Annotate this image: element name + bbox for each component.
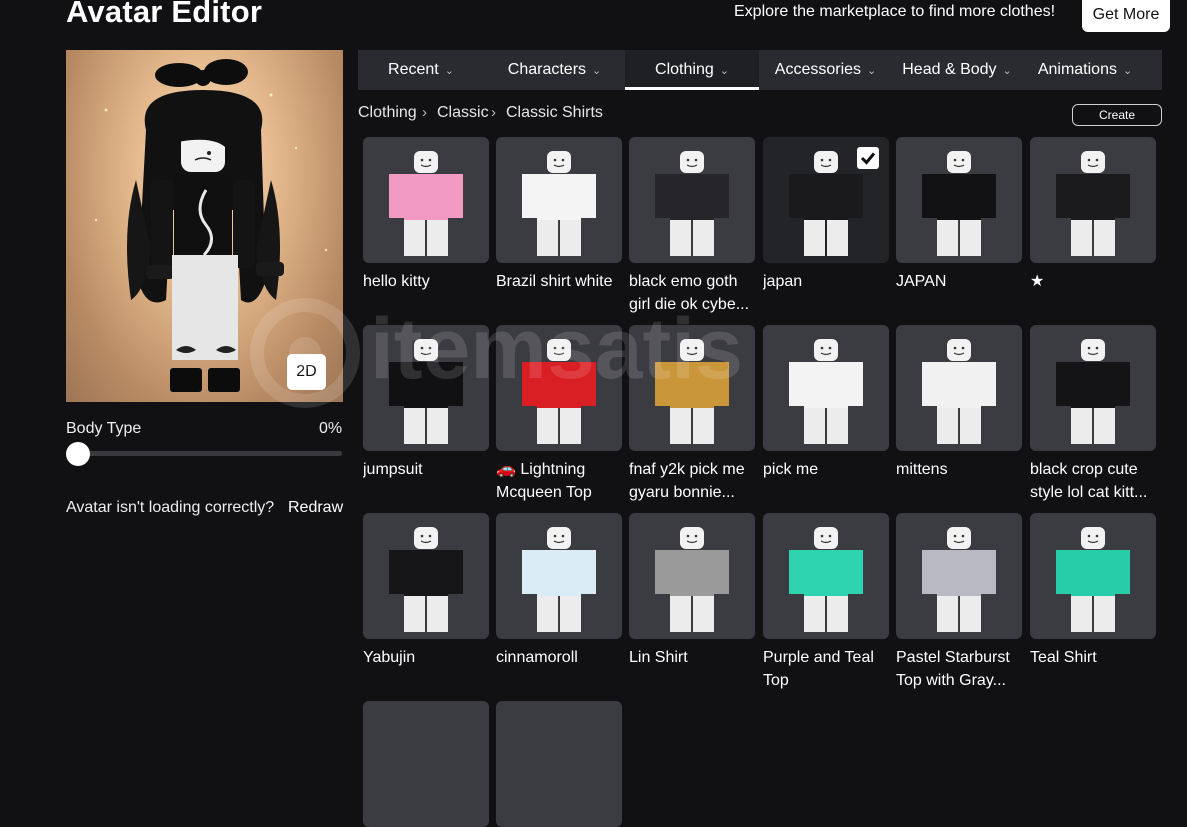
cat-crop-shirt-icon	[1056, 339, 1130, 444]
tab-label: Head & Body	[902, 61, 997, 78]
item-tile[interactable]	[629, 513, 755, 639]
chevron-down-icon: ⌄	[1002, 64, 1012, 77]
avatar-preview[interactable]: 2D	[66, 50, 343, 402]
item-name[interactable]: JAPAN	[896, 270, 1024, 293]
mittens-shirt-icon	[922, 339, 996, 444]
breadcrumb-classic-shirts: Classic Shirts	[506, 104, 603, 121]
item-tile[interactable]	[629, 325, 755, 451]
item-tile[interactable]	[1030, 513, 1156, 639]
item-tile[interactable]	[363, 137, 489, 263]
chevron-right-icon: ›	[422, 104, 427, 121]
item-tile[interactable]	[763, 513, 889, 639]
view-2d-toggle-button[interactable]: 2D	[287, 354, 326, 390]
item-tile[interactable]	[896, 513, 1022, 639]
get-more-button[interactable]: Get More	[1082, 0, 1170, 32]
item-tile[interactable]	[629, 137, 755, 263]
tab-accessories[interactable]: Accessories ⌄	[759, 50, 892, 90]
marketplace-promo-text: Explore the marketplace to find more clo…	[734, 3, 1056, 20]
tab-animations[interactable]: Animations ⌄	[1022, 50, 1148, 90]
item-name[interactable]: black emo goth girl die ok cybe...	[629, 270, 757, 316]
pick-me-shirt-icon	[789, 339, 863, 444]
item-tile[interactable]	[496, 137, 622, 263]
avatar-loading-text: Avatar isn't loading correctly?	[66, 499, 275, 516]
chevron-down-icon: ⌄	[719, 64, 729, 77]
item-name[interactable]: Lin Shirt	[629, 646, 757, 669]
item-tile[interactable]	[1030, 325, 1156, 451]
tab-recent[interactable]: Recent ⌄	[358, 50, 484, 90]
tab-characters[interactable]: Characters ⌄	[484, 50, 625, 90]
item-tile-partial[interactable]	[363, 701, 489, 827]
item-name[interactable]: mittens	[896, 458, 1024, 481]
item-name[interactable]: ★	[1030, 270, 1158, 293]
body-type-value: 0%	[319, 420, 343, 437]
tab-label: Animations	[1037, 61, 1117, 78]
item-tile[interactable]	[896, 137, 1022, 263]
tab-label: Accessories	[774, 61, 862, 78]
item-name[interactable]: Pastel Starburst Top with Gray...	[896, 646, 1024, 692]
yabujin-shirt-icon	[389, 527, 463, 632]
avatar-figure	[94, 59, 328, 392]
item-name[interactable]: Purple and Teal Top	[763, 646, 891, 692]
item-name[interactable]: 🚗 Lightning Mcqueen Top	[496, 458, 624, 504]
item-name[interactable]: pick me	[763, 458, 891, 481]
chevron-down-icon: ⌄	[592, 64, 602, 77]
chevron-down-icon: ⌄	[1122, 64, 1133, 77]
page-title: Avatar Editor	[66, 0, 263, 29]
tab-label: Recent	[388, 61, 439, 78]
breadcrumb-clothing[interactable]: Clothing	[358, 104, 417, 122]
japan-shirt-icon	[922, 151, 996, 256]
tab-head-body[interactable]: Head & Body ⌄	[892, 50, 1022, 90]
item-tile[interactable]	[1030, 137, 1156, 263]
tab-label: Characters	[507, 61, 587, 78]
chevron-right-icon: ›	[491, 104, 496, 121]
item-tile[interactable]	[496, 513, 622, 639]
brazil-shirt-icon	[522, 151, 596, 256]
body-type-label: Body Type	[66, 420, 142, 437]
emo-shirt-icon	[655, 151, 729, 256]
breadcrumb-classic[interactable]: Classic	[437, 104, 489, 122]
tab-clothing[interactable]: Clothing ⌄	[625, 50, 759, 90]
item-name[interactable]: jumpsuit	[363, 458, 491, 481]
item-tile[interactable]	[363, 325, 489, 451]
fnaf-shirt-icon	[655, 339, 729, 444]
create-button[interactable]: Create	[1072, 104, 1162, 126]
item-name[interactable]: Brazil shirt white	[496, 270, 624, 293]
chevron-down-icon: ⌄	[867, 64, 877, 77]
item-name[interactable]: black crop cute style lol cat kitt...	[1030, 458, 1158, 504]
hello-kitty-shirt-icon	[389, 151, 463, 256]
item-tile[interactable]	[763, 137, 889, 263]
item-tile[interactable]	[896, 325, 1022, 451]
tab-label: Clothing	[655, 61, 714, 78]
star-shirt-icon	[1056, 151, 1130, 256]
chevron-down-icon: ⌄	[444, 64, 454, 77]
item-name[interactable]: Teal Shirt	[1030, 646, 1158, 669]
jumpsuit-icon	[389, 339, 463, 444]
redraw-link[interactable]: Redraw	[288, 499, 343, 517]
item-name[interactable]: hello kitty	[363, 270, 491, 293]
cinnamoroll-shirt-icon	[522, 527, 596, 632]
item-name[interactable]: fnaf y2k pick me gyaru bonnie...	[629, 458, 757, 504]
mcqueen-shirt-icon	[522, 339, 596, 444]
pastel-top-icon	[922, 527, 996, 632]
category-tabs: Recent ⌄ Characters ⌄ Clothing ⌄ Accessorie…	[358, 50, 1162, 90]
item-tile[interactable]	[363, 513, 489, 639]
body-type-slider-thumb[interactable]	[66, 442, 90, 466]
checkmark-icon	[857, 147, 879, 169]
item-name[interactable]: cinnamoroll	[496, 646, 624, 669]
item-tile[interactable]	[496, 325, 622, 451]
teal-shirt-icon	[1056, 527, 1130, 632]
teal-top-icon	[789, 527, 863, 632]
item-tile-partial[interactable]	[496, 701, 622, 827]
item-tile[interactable]	[763, 325, 889, 451]
body-type-slider-track[interactable]	[70, 451, 342, 456]
item-name[interactable]: Yabujin	[363, 646, 491, 669]
lin-shirt-icon	[655, 527, 729, 632]
item-name[interactable]: japan	[763, 270, 891, 293]
